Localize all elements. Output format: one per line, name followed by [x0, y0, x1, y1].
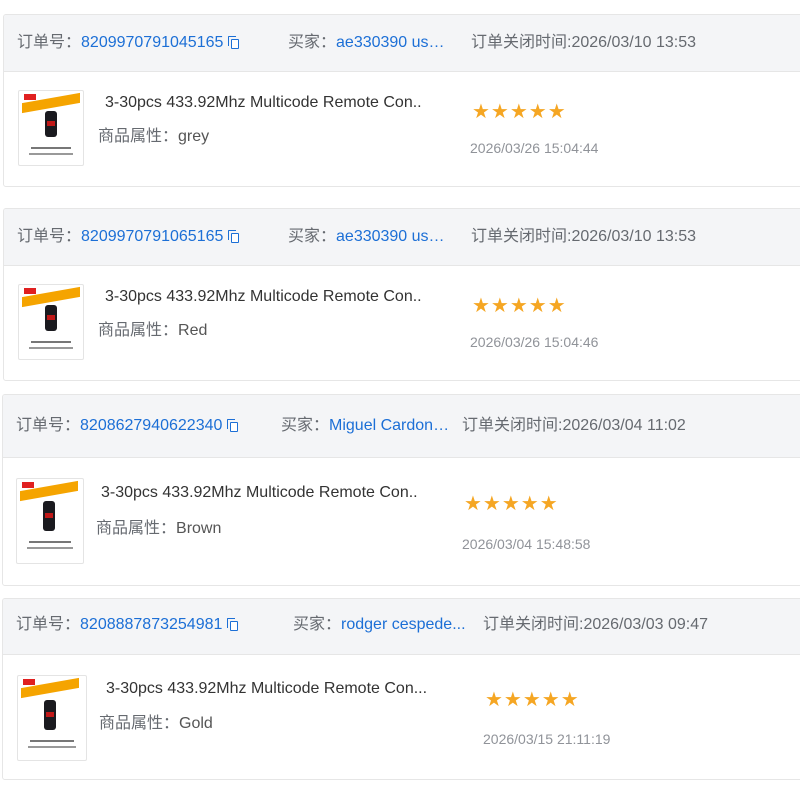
- close-time-label: 订单关闭时间:: [462, 417, 563, 434]
- close-time-value: 2026/03/10 13:53: [571, 228, 697, 245]
- copy-icon[interactable]: [227, 419, 239, 432]
- product-title[interactable]: 3-30pcs 433.92Mhz Multicode Remote Con..…: [106, 680, 427, 698]
- order-card: 订单号：8208627940622340 买家：Miguel Cardona..…: [2, 394, 800, 586]
- order-header: 订单号：8209970791045165 买家：ae330390 user...…: [4, 15, 800, 72]
- product-title[interactable]: 3-30pcs 433.92Mhz Multicode Remote Con..: [105, 94, 422, 112]
- review-time: 2026/03/15 21:11:19: [483, 731, 611, 747]
- product-title[interactable]: 3-30pcs 433.92Mhz Multicode Remote Con..: [105, 288, 422, 306]
- buyer-field: 买家：ae330390 user...: [288, 209, 452, 265]
- star-rating: ★★★★★: [472, 295, 567, 317]
- close-time-field: 订单关闭时间:2026/03/03 09:47: [483, 599, 708, 654]
- attribute-value: grey: [178, 128, 210, 145]
- order-header: 订单号：8208627940622340 买家：Miguel Cardona..…: [3, 395, 800, 458]
- product-thumbnail[interactable]: [17, 675, 87, 761]
- order-number-label: 订单号：: [16, 417, 81, 434]
- order-number-label: 订单号：: [16, 616, 81, 633]
- review-time: 2026/03/26 15:04:46: [470, 334, 599, 350]
- order-number-link[interactable]: 8209970791045165: [81, 34, 223, 51]
- close-time-label: 订单关闭时间:: [483, 616, 584, 633]
- close-time-label: 订单关闭时间:: [471, 34, 572, 51]
- order-number-link[interactable]: 8208627940622340: [80, 417, 222, 434]
- order-number-label: 订单号：: [17, 34, 82, 51]
- product-attribute: 商品属性：Brown: [96, 514, 221, 538]
- order-header: 订单号：8208887873254981 买家：rodger cespede..…: [3, 599, 800, 655]
- attribute-label: 商品属性：: [98, 128, 179, 145]
- copy-icon[interactable]: [227, 618, 239, 631]
- attribute-label: 商品属性：: [96, 520, 177, 537]
- product-title[interactable]: 3-30pcs 433.92Mhz Multicode Remote Con..: [101, 484, 418, 502]
- order-number-link[interactable]: 8209970791065165: [81, 228, 223, 245]
- attribute-label: 商品属性：: [99, 715, 180, 732]
- copy-icon[interactable]: [228, 230, 240, 243]
- buyer-label: 买家：: [293, 616, 342, 633]
- close-time-value: 2026/03/10 13:53: [571, 34, 697, 51]
- buyer-link[interactable]: Miguel Cardona...: [329, 395, 453, 457]
- order-number-field: 订单号：8209970791045165: [17, 15, 240, 71]
- product-attribute: 商品属性：Red: [98, 316, 207, 340]
- attribute-value: Gold: [179, 715, 213, 732]
- order-card: 订单号：8209970791045165 买家：ae330390 user...…: [3, 14, 800, 187]
- buyer-field: 买家：Miguel Cardona...: [281, 395, 453, 457]
- close-time-value: 2026/03/03 09:47: [583, 616, 709, 633]
- close-time-field: 订单关闭时间:2026/03/10 13:53: [471, 209, 696, 265]
- buyer-link[interactable]: rodger cespede...: [341, 599, 466, 651]
- close-time-value: 2026/03/04 11:02: [562, 417, 686, 434]
- product-thumbnail[interactable]: [18, 284, 84, 360]
- order-card: 订单号：8209970791065165 买家：ae330390 user...…: [3, 208, 800, 381]
- close-time-field: 订单关闭时间:2026/03/04 11:02: [462, 395, 686, 457]
- order-number-field: 订单号：8208887873254981: [16, 599, 239, 654]
- product-thumbnail[interactable]: [18, 90, 84, 166]
- order-number-label: 订单号：: [17, 228, 82, 245]
- attribute-label: 商品属性：: [98, 322, 179, 339]
- buyer-field: 买家：rodger cespede...: [293, 599, 466, 654]
- order-number-field: 订单号：8209970791065165: [17, 209, 240, 265]
- order-card: 订单号：8208887873254981 买家：rodger cespede..…: [2, 598, 800, 780]
- star-rating: ★★★★★: [472, 101, 567, 123]
- review-time: 2026/03/26 15:04:44: [470, 140, 599, 156]
- star-rating: ★★★★★: [464, 493, 559, 515]
- buyer-field: 买家：ae330390 user...: [288, 15, 452, 71]
- review-time: 2026/03/04 15:48:58: [462, 536, 591, 552]
- buyer-label: 买家：: [288, 34, 337, 51]
- attribute-value: Red: [178, 322, 208, 339]
- buyer-link[interactable]: ae330390 user...: [336, 15, 452, 71]
- product-attribute: 商品属性：grey: [98, 122, 209, 146]
- order-header: 订单号：8209970791065165 买家：ae330390 user...…: [4, 209, 800, 266]
- buyer-label: 买家：: [281, 417, 330, 434]
- order-number-link[interactable]: 8208887873254981: [80, 616, 222, 633]
- attribute-value: Brown: [176, 520, 222, 537]
- copy-icon[interactable]: [228, 36, 240, 49]
- close-time-field: 订单关闭时间:2026/03/10 13:53: [471, 15, 696, 71]
- star-rating: ★★★★★: [485, 689, 580, 711]
- buyer-label: 买家：: [288, 228, 337, 245]
- product-attribute: 商品属性：Gold: [99, 709, 213, 733]
- close-time-label: 订单关闭时间:: [471, 228, 572, 245]
- buyer-link[interactable]: ae330390 user...: [336, 209, 452, 265]
- order-number-field: 订单号：8208627940622340: [16, 395, 239, 457]
- product-thumbnail[interactable]: [16, 478, 84, 564]
